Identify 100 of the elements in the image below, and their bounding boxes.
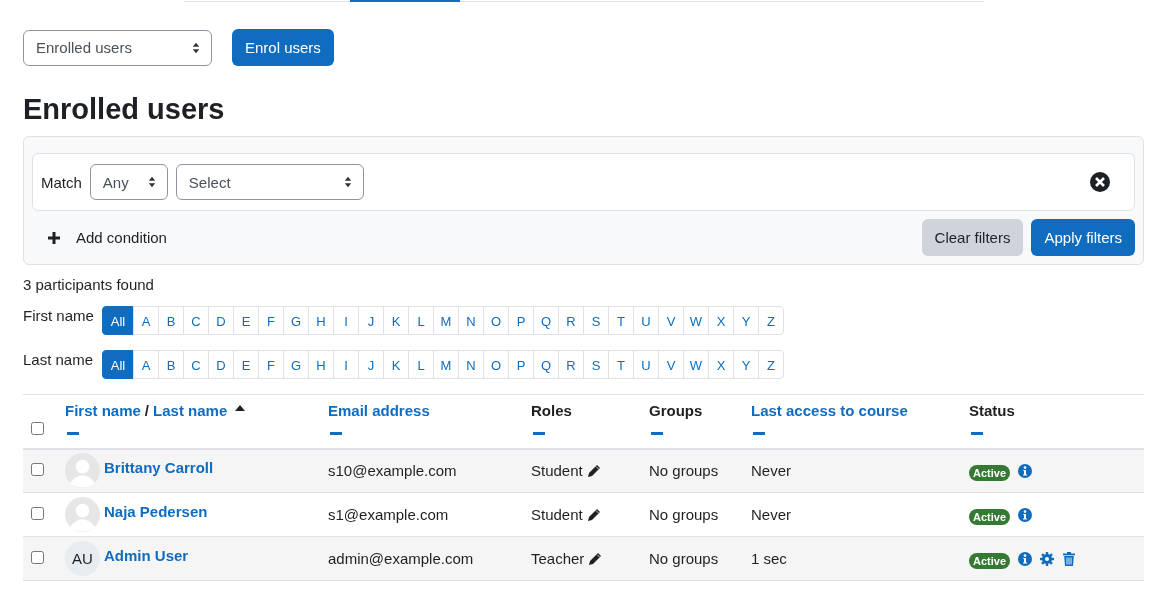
field-select[interactable]: Select xyxy=(175,164,364,200)
letter-link[interactable]: All xyxy=(102,306,134,335)
letter-link[interactable]: R xyxy=(558,350,584,379)
letter-link[interactable]: M xyxy=(433,350,459,379)
letter-link[interactable]: Y xyxy=(733,350,759,379)
add-condition-button[interactable]: Add condition xyxy=(32,219,175,256)
letter-link[interactable]: W xyxy=(683,306,709,335)
avatar-initials: AU xyxy=(65,541,100,576)
apply-filters-button[interactable]: Apply filters xyxy=(1031,219,1135,256)
letter-link[interactable]: Z xyxy=(758,350,784,379)
last-access-cell: Never xyxy=(751,492,969,537)
letter-link[interactable]: E xyxy=(233,306,259,335)
letter-link[interactable]: U xyxy=(633,350,659,379)
letter-link[interactable]: T xyxy=(608,306,634,335)
email-cell: s10@example.com xyxy=(328,448,531,493)
letter-link[interactable]: K xyxy=(383,306,409,335)
row-checkbox[interactable] xyxy=(31,507,44,520)
letter-link[interactable]: D xyxy=(208,350,234,379)
avatar-icon xyxy=(65,497,100,532)
letter-link[interactable]: W xyxy=(683,350,709,379)
letter-link[interactable]: I xyxy=(333,306,359,335)
letter-link[interactable]: A xyxy=(133,350,159,379)
user-name-link[interactable]: Naja Pedersen xyxy=(104,503,208,520)
role-text: Student xyxy=(531,462,583,480)
pencil-icon xyxy=(588,551,603,566)
letter-link[interactable]: M xyxy=(433,306,459,335)
trash-icon[interactable] xyxy=(1062,551,1077,566)
status-badge: Active xyxy=(969,508,1011,525)
letter-link[interactable]: O xyxy=(483,350,509,379)
role-text: Teacher xyxy=(531,550,585,567)
letter-link[interactable]: L xyxy=(408,306,434,335)
letter-link[interactable]: C xyxy=(183,350,209,379)
letter-link[interactable]: Y xyxy=(733,306,759,335)
initials-label: Last name xyxy=(23,351,94,368)
letter-link[interactable]: B xyxy=(158,306,184,335)
letter-link[interactable]: F xyxy=(258,350,284,379)
letter-link[interactable]: G xyxy=(283,350,309,379)
letter-link[interactable]: B xyxy=(158,350,184,379)
caret-icon xyxy=(343,176,352,188)
column-sort-link[interactable]: Email address xyxy=(328,402,430,419)
user-name-link[interactable]: Admin User xyxy=(104,547,189,564)
view-select[interactable]: Enrolled users xyxy=(23,29,212,66)
letter-link[interactable]: N xyxy=(458,306,484,335)
letter-link[interactable]: K xyxy=(383,350,409,379)
info-icon[interactable] xyxy=(1018,463,1033,478)
letter-link[interactable]: H xyxy=(308,350,334,379)
letter-link[interactable]: E xyxy=(233,350,259,379)
remove-icon xyxy=(1090,172,1110,192)
column-heading: Groups xyxy=(649,402,703,419)
letter-link[interactable]: Q xyxy=(533,306,559,335)
pencil-icon xyxy=(586,507,601,522)
info-icon[interactable] xyxy=(1018,551,1033,566)
letter-link[interactable]: S xyxy=(583,350,609,379)
letter-link[interactable]: J xyxy=(358,306,384,335)
letter-link[interactable]: I xyxy=(333,350,359,379)
letter-link[interactable]: N xyxy=(458,350,484,379)
settings-icon[interactable] xyxy=(1040,551,1055,566)
info-icon[interactable] xyxy=(1018,507,1033,522)
letter-link[interactable]: A xyxy=(133,306,159,335)
last-access-cell: Never xyxy=(751,448,969,493)
letter-link[interactable]: U xyxy=(633,306,659,335)
letter-link[interactable]: All xyxy=(102,350,134,379)
letter-link[interactable]: D xyxy=(208,306,234,335)
letter-link[interactable]: F xyxy=(258,306,284,335)
row-checkbox[interactable] xyxy=(31,551,44,564)
letter-link[interactable]: T xyxy=(608,350,634,379)
pencil-icon xyxy=(586,463,601,478)
letter-link[interactable]: X xyxy=(708,306,734,335)
letter-link[interactable]: R xyxy=(558,306,584,335)
column-heading: / xyxy=(144,402,150,419)
letter-link[interactable]: G xyxy=(283,306,309,335)
letter-link[interactable]: O xyxy=(483,306,509,335)
letter-link[interactable]: V xyxy=(658,350,684,379)
email-cell: s1@example.com xyxy=(328,492,531,537)
initials-label: First name xyxy=(23,307,94,324)
enrol-users-button[interactable]: Enrol users xyxy=(232,29,334,66)
column-sort-link[interactable]: Last name xyxy=(153,402,228,419)
letter-link[interactable]: P xyxy=(508,306,534,335)
letter-link[interactable]: Z xyxy=(758,306,784,335)
last-access-cell: 1 sec xyxy=(751,536,969,581)
match-select[interactable]: Any xyxy=(89,164,168,200)
column-sort-link[interactable]: Last access to course xyxy=(751,402,908,419)
letter-link[interactable]: L xyxy=(408,350,434,379)
column-heading: Status xyxy=(969,402,1015,419)
letter-link[interactable]: P xyxy=(508,350,534,379)
email-cell: admin@example.com xyxy=(328,536,531,581)
letter-link[interactable]: S xyxy=(583,306,609,335)
user-name-link[interactable]: Brittany Carroll xyxy=(104,459,214,477)
letter-link[interactable]: V xyxy=(658,306,684,335)
letter-link[interactable]: J xyxy=(358,350,384,379)
letter-link[interactable]: H xyxy=(308,306,334,335)
column-sort-link[interactable]: First name xyxy=(65,402,141,419)
letter-link[interactable]: C xyxy=(183,306,209,335)
letter-link[interactable]: Q xyxy=(533,350,559,379)
letter-link[interactable]: X xyxy=(708,350,734,379)
row-checkbox[interactable] xyxy=(31,463,44,477)
clear-filters-button[interactable]: Clear filters xyxy=(921,219,1024,256)
select-all-checkbox[interactable] xyxy=(31,421,44,435)
groups-cell: No groups xyxy=(649,536,751,581)
column-heading: Roles xyxy=(531,402,572,419)
